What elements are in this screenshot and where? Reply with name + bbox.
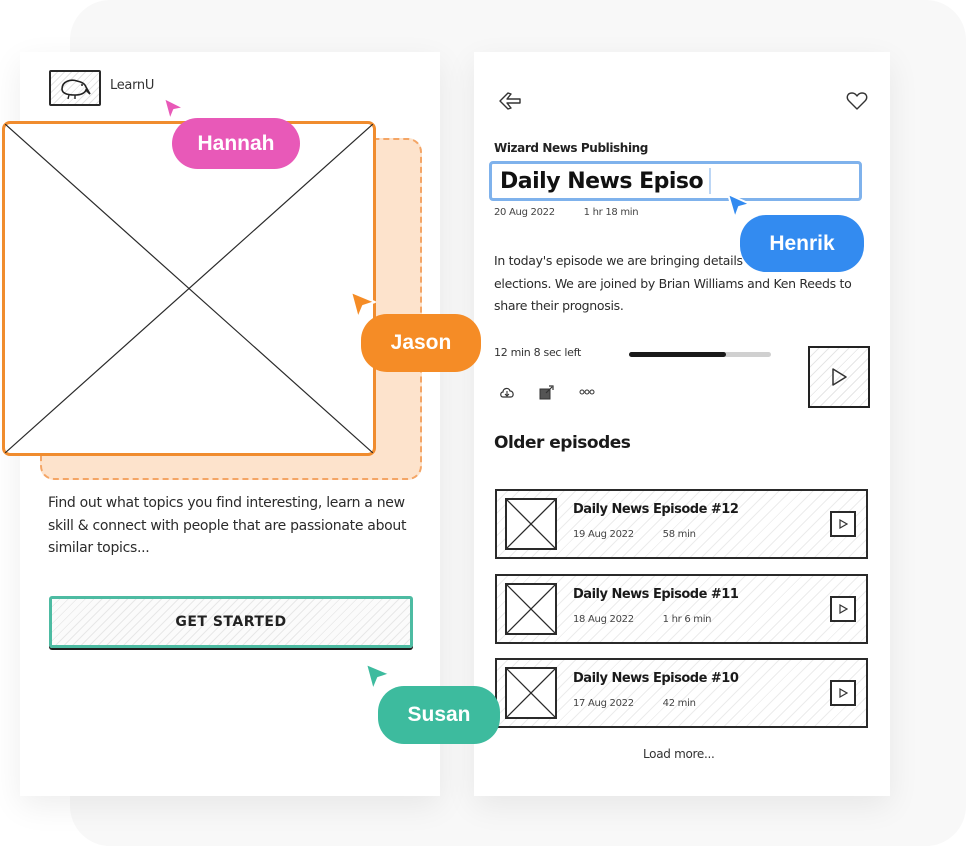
download-button[interactable] [499, 384, 515, 400]
playback-progress-bar[interactable] [629, 352, 771, 357]
episode-title-value: Daily News Episo [500, 168, 704, 194]
episode-meta: 19 Aug 2022 58 min [573, 529, 696, 540]
share-icon [539, 385, 554, 400]
more-icon [579, 389, 595, 395]
collaborator-label-hannah: Hannah [172, 118, 300, 169]
episode-thumbnail [505, 667, 557, 719]
play-button[interactable] [808, 346, 870, 408]
cloud-download-icon [500, 387, 514, 398]
episode-title: Daily News Episode #10 [573, 671, 739, 686]
time-left: 12 min 8 sec left [494, 346, 581, 359]
susan-cursor-icon [365, 663, 391, 691]
progress-fill [629, 352, 726, 357]
episode-meta: 18 Aug 2022 1 hr 6 min [573, 614, 712, 625]
episode-date: 18 Aug 2022 [573, 614, 634, 625]
episode-title: Daily News Episode #12 [573, 502, 739, 517]
episode-duration: 58 min [662, 529, 696, 540]
placeholder-cross [5, 124, 373, 453]
episode-meta: 20 Aug 2022 1 hr 18 min [494, 207, 639, 218]
episode-date: 20 Aug 2022 [494, 207, 555, 218]
episode-thumbnail [505, 583, 557, 635]
logo-text: LearnU [110, 78, 155, 93]
get-started-button[interactable]: GET STARTED [49, 596, 413, 648]
intro-text: Find out what topics you find interestin… [48, 495, 407, 556]
henrik-cursor-icon [727, 193, 751, 219]
jason-cursor-icon [350, 291, 376, 319]
episode-actions [499, 384, 595, 400]
play-icon [832, 368, 847, 386]
collaborator-label-susan: Susan [378, 686, 500, 744]
episode-date: 17 Aug 2022 [573, 698, 634, 709]
play-icon [839, 604, 848, 614]
episode-list-item[interactable]: Daily News Episode #12 19 Aug 2022 58 mi… [495, 489, 868, 559]
image-placeholder[interactable] [2, 121, 376, 456]
logo [49, 70, 101, 106]
episode-title-input[interactable]: Daily News Episo [489, 161, 862, 201]
episode-play-button[interactable] [830, 680, 856, 706]
episode-duration: 1 hr 18 min [583, 207, 639, 218]
episode-list-item[interactable]: Daily News Episode #10 17 Aug 2022 42 mi… [495, 658, 868, 728]
episode-thumbnail [505, 498, 557, 550]
more-button[interactable] [579, 384, 595, 400]
load-more-link[interactable]: Load more... [643, 747, 715, 761]
episode-duration: 42 min [662, 698, 696, 709]
episode-duration: 1 hr 6 min [662, 614, 712, 625]
play-icon [839, 688, 848, 698]
kiwi-bird-icon [61, 79, 91, 100]
episode-list-item[interactable]: Daily News Episode #11 18 Aug 2022 1 hr … [495, 574, 868, 644]
older-episodes-heading: Older episodes [494, 433, 631, 453]
text-caret [709, 168, 712, 194]
collaborator-label-jason: Jason [361, 314, 481, 372]
episode-meta: 17 Aug 2022 42 min [573, 698, 696, 709]
episode-play-button[interactable] [830, 511, 856, 537]
episode-play-button[interactable] [830, 596, 856, 622]
heart-icon[interactable] [846, 91, 868, 111]
share-button[interactable] [539, 384, 555, 400]
play-icon [839, 519, 848, 529]
collaborator-label-henrik: Henrik [740, 215, 864, 272]
episode-date: 19 Aug 2022 [573, 529, 634, 540]
arrow-left-icon[interactable] [498, 91, 522, 111]
hannah-cursor-icon [163, 97, 185, 121]
episode-title: Daily News Episode #11 [573, 587, 739, 602]
publisher-name: Wizard News Publishing [494, 141, 648, 155]
